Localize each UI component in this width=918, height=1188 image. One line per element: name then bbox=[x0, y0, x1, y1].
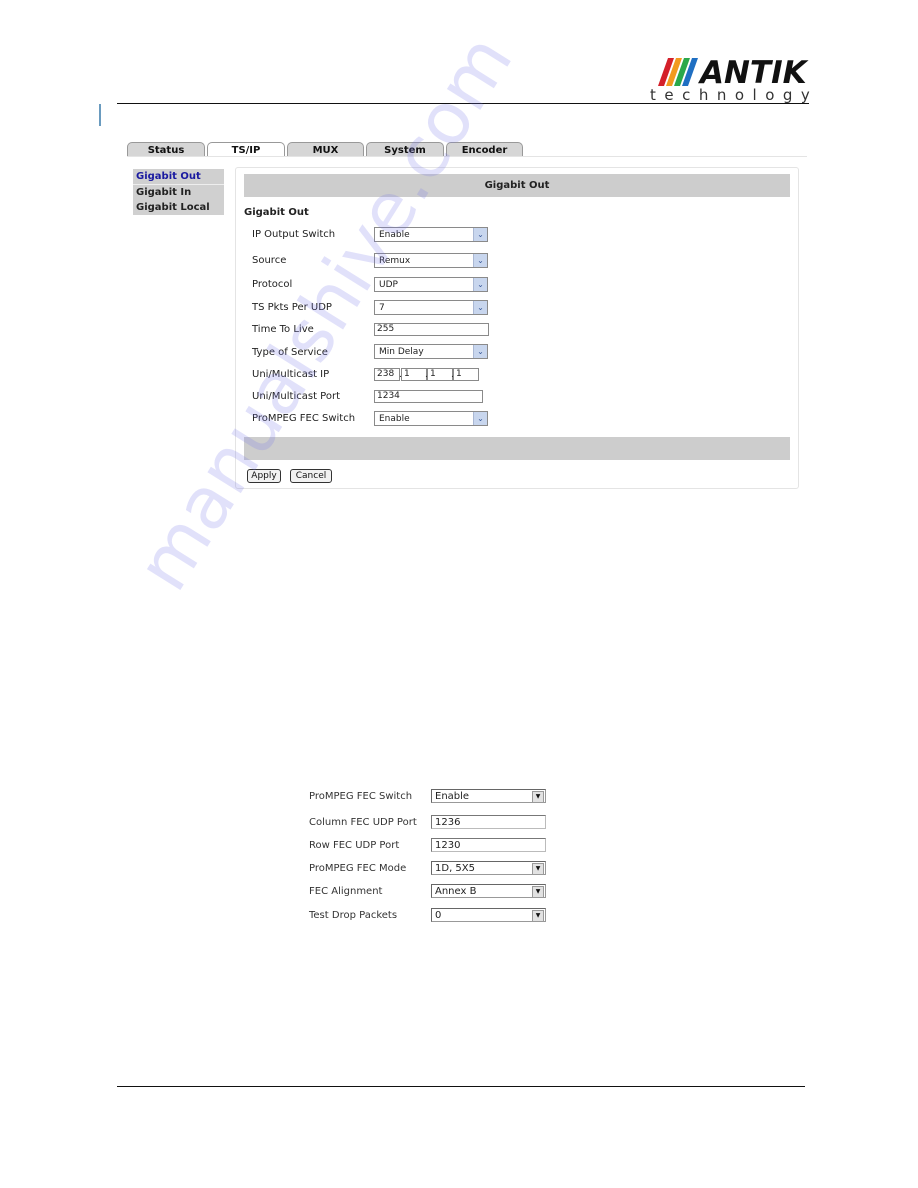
fec2-prompeg-fec-switch-label: ProMPEG FEC Switch bbox=[309, 791, 413, 802]
chevron-down-icon: ⌄ bbox=[473, 412, 487, 425]
tab-mux[interactable]: MUX bbox=[287, 142, 364, 157]
test-drop-packets-value: 0 bbox=[435, 910, 442, 921]
fec-alignment-value: Annex B bbox=[435, 886, 477, 897]
apply-button[interactable]: Apply bbox=[247, 469, 281, 483]
dropdown-arrow-icon: ▼ bbox=[532, 886, 544, 898]
logo-subtitle: technology bbox=[650, 86, 819, 104]
chevron-down-icon: ⌄ bbox=[473, 254, 487, 267]
protocol-label: Protocol bbox=[252, 279, 293, 290]
multicast-ip-label: Uni/Multicast IP bbox=[252, 369, 330, 380]
fec2-prompeg-fec-switch-value: Enable bbox=[435, 791, 470, 802]
test-drop-packets-label: Test Drop Packets bbox=[309, 910, 398, 921]
ts-pkts-per-udp-select[interactable]: 7 ⌄ bbox=[374, 300, 488, 315]
test-drop-packets-select[interactable]: 0 ▼ bbox=[431, 908, 546, 922]
prompeg-fec-mode-value: 1D, 5X5 bbox=[435, 863, 475, 874]
margin-marker bbox=[99, 104, 101, 126]
source-select[interactable]: Remux ⌄ bbox=[374, 253, 488, 268]
multicast-port-label: Uni/Multicast Port bbox=[252, 391, 341, 402]
column-fec-udp-port-label: Column FEC UDP Port bbox=[309, 817, 417, 828]
dropdown-arrow-icon: ▼ bbox=[532, 791, 544, 803]
chevron-down-icon: ⌄ bbox=[473, 345, 487, 358]
source-value: Remux bbox=[379, 256, 411, 266]
chevron-down-icon: ⌄ bbox=[473, 278, 487, 291]
protocol-select[interactable]: UDP ⌄ bbox=[374, 277, 488, 292]
chevron-down-icon: ⌄ bbox=[473, 228, 487, 241]
multicast-ip-octet-4[interactable]: 1 bbox=[453, 368, 479, 381]
time-to-live-label: Time To Live bbox=[252, 324, 314, 335]
time-to-live-input[interactable]: 255 bbox=[374, 323, 489, 336]
ip-output-switch-select[interactable]: Enable ⌄ bbox=[374, 227, 488, 242]
left-nav: Gigabit Out Gigabit In Gigabit Local bbox=[133, 169, 224, 215]
prompeg-fec-switch-label: ProMPEG FEC Switch bbox=[252, 413, 356, 424]
chevron-down-icon: ⌄ bbox=[473, 301, 487, 314]
source-label: Source bbox=[252, 255, 287, 266]
header-divider bbox=[117, 103, 809, 104]
panel-heading: Gigabit Out bbox=[244, 174, 790, 197]
fec-alignment-select[interactable]: Annex B ▼ bbox=[431, 884, 546, 898]
multicast-ip-octet-3[interactable]: 1 bbox=[427, 368, 453, 381]
panel-footer-bar bbox=[244, 437, 790, 460]
type-of-service-select[interactable]: Min Delay ⌄ bbox=[374, 344, 488, 359]
section-title: Gigabit Out bbox=[244, 207, 309, 218]
prompeg-fec-switch-select[interactable]: Enable ⌄ bbox=[374, 411, 488, 426]
tab-status[interactable]: Status bbox=[127, 142, 205, 157]
row-fec-udp-port-input[interactable]: 1230 bbox=[431, 838, 546, 852]
tab-system[interactable]: System bbox=[366, 142, 444, 157]
type-of-service-label: Type of Service bbox=[252, 347, 328, 358]
ts-pkts-per-udp-label: TS Pkts Per UDP bbox=[252, 302, 332, 313]
multicast-ip-octet-2[interactable]: 1 bbox=[401, 368, 427, 381]
footer-divider bbox=[117, 1086, 805, 1087]
nav-gigabit-out[interactable]: Gigabit Out bbox=[133, 169, 224, 185]
nav-gigabit-in[interactable]: Gigabit In bbox=[133, 185, 224, 200]
fec2-prompeg-fec-switch-select[interactable]: Enable ▼ bbox=[431, 789, 546, 803]
ts-pkts-per-udp-value: 7 bbox=[379, 303, 385, 313]
prompeg-fec-mode-select[interactable]: 1D, 5X5 ▼ bbox=[431, 861, 546, 875]
column-fec-udp-port-input[interactable]: 1236 bbox=[431, 815, 546, 829]
dropdown-arrow-icon: ▼ bbox=[532, 910, 544, 922]
antik-logo: ANTIK technology bbox=[650, 55, 810, 106]
tab-ts-ip[interactable]: TS/IP bbox=[207, 142, 285, 157]
prompeg-fec-switch-value: Enable bbox=[379, 414, 410, 424]
cancel-button[interactable]: Cancel bbox=[290, 469, 332, 483]
fec-alignment-label: FEC Alignment bbox=[309, 886, 383, 897]
tab-baseline bbox=[127, 156, 807, 157]
row-fec-udp-port-label: Row FEC UDP Port bbox=[309, 840, 400, 851]
main-tabs: Status TS/IP MUX System Encoder bbox=[127, 142, 525, 157]
nav-gigabit-local[interactable]: Gigabit Local bbox=[133, 200, 224, 215]
tab-encoder[interactable]: Encoder bbox=[446, 142, 523, 157]
ip-output-switch-value: Enable bbox=[379, 230, 410, 240]
dropdown-arrow-icon: ▼ bbox=[532, 863, 544, 875]
prompeg-fec-mode-label: ProMPEG FEC Mode bbox=[309, 863, 407, 874]
multicast-port-input[interactable]: 1234 bbox=[374, 390, 483, 403]
multicast-ip-octet-1[interactable]: 238 bbox=[374, 368, 400, 381]
logo-stripes-icon bbox=[658, 58, 698, 86]
ip-output-switch-label: IP Output Switch bbox=[252, 229, 336, 240]
type-of-service-value: Min Delay bbox=[379, 347, 424, 357]
protocol-value: UDP bbox=[379, 280, 398, 290]
